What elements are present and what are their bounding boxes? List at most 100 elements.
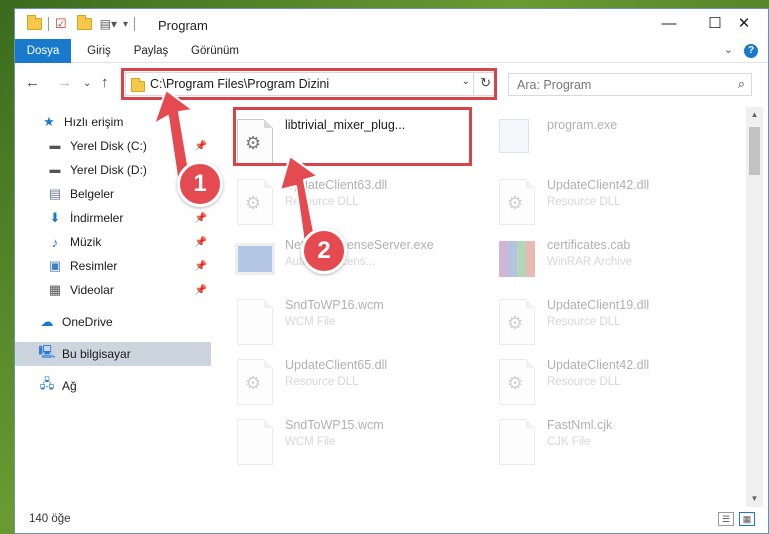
music-icon: ♪: [51, 234, 59, 250]
pin-icon: 📌: [194, 236, 207, 248]
file-name: UpdateClient42.dll: [547, 178, 650, 192]
search-icon[interactable]: ⌕: [738, 76, 745, 92]
back-icon[interactable]: ←: [25, 74, 40, 91]
file-item[interactable]: certificates.cab WinRAR Archive: [487, 233, 727, 291]
file-item[interactable]: ⚙ UpdateClient19.dll Resource DLL: [487, 293, 727, 351]
tab-share[interactable]: Paylaş: [127, 39, 175, 63]
new-folder-icon[interactable]: [76, 15, 92, 30]
dll-file-icon: ⚙: [237, 359, 273, 405]
document-icon: [499, 419, 535, 465]
search-placeholder: Ara: Program: [517, 78, 592, 92]
file-name: SndToWP16.wcm: [285, 298, 384, 312]
step-2-badge: 2: [301, 228, 347, 274]
up-icon[interactable]: ↑: [101, 74, 109, 91]
drive-icon: ▬: [49, 140, 61, 152]
file-name: SndToWP15.wcm: [285, 418, 384, 432]
download-icon: ⬇: [49, 210, 61, 225]
status-bar: 140 öğe ☰ ▦: [15, 507, 768, 533]
file-type: WCM File: [285, 316, 336, 328]
file-item[interactable]: ⚙ UpdateClient63.dll Resource DLL: [225, 173, 465, 231]
file-item[interactable]: ⚙ UpdateClient42.dll Resource DLL: [487, 173, 727, 231]
properties-icon[interactable]: ☑: [55, 16, 67, 32]
file-item[interactable]: ⚙ UpdateClient42.dll Resource DLL: [487, 353, 727, 411]
file-name: certificates.cab: [547, 238, 631, 252]
ribbon: Dosya Giriş Paylaş Görünüm ⌄ ?: [15, 39, 768, 63]
file-type: Resource DLL: [547, 316, 621, 328]
pin-icon: 📌: [194, 260, 207, 272]
sidebar-item-label: Ağ: [62, 379, 77, 393]
ribbon-controls: ⌄ ?: [724, 43, 758, 58]
expand-ribbon-icon[interactable]: ⌄: [724, 44, 733, 56]
minimize-button[interactable]: —: [646, 9, 692, 39]
videos-icon: ▦: [48, 282, 62, 297]
recent-dropdown-icon[interactable]: ⌄: [83, 78, 91, 89]
sidebar-item-label: Resimler: [70, 259, 118, 273]
computer-icon: 🖳: [38, 344, 56, 359]
file-type: CJK File: [547, 436, 591, 448]
vertical-scrollbar[interactable]: ▲ ▼: [746, 107, 763, 507]
pin-icon: 📌: [194, 284, 207, 296]
sidebar-item-label: Belgeler: [70, 187, 115, 201]
file-name: UpdateClient19.dll: [547, 298, 650, 312]
sidebar-item-music[interactable]: ♪ Müzik 📌: [15, 230, 211, 254]
sidebar-item-label: İndirmeler: [70, 211, 124, 225]
tab-view[interactable]: Görünüm: [185, 39, 245, 63]
sidebar-item-quick-access[interactable]: ★ Hızlı erişim: [15, 110, 211, 134]
network-icon: 🖧: [39, 376, 55, 391]
documents-icon: ▤: [48, 186, 62, 201]
large-icons-view-icon[interactable]: ▦: [739, 512, 755, 526]
sidebar-item-label: OneDrive: [62, 315, 113, 329]
file-type: WCM File: [285, 436, 336, 448]
sidebar-item-downloads[interactable]: ⬇ İndirmeler 📌: [15, 206, 211, 230]
title-bar: ☑ ▤▾ ▾ Program — ☐ ✕: [15, 9, 768, 39]
search-input[interactable]: Ara: Program ⌕: [508, 73, 752, 96]
file-name: UpdateClient42.dll: [547, 358, 650, 372]
file-type: Resource DLL: [285, 376, 359, 388]
details-view-icon[interactable]: ☰: [718, 512, 734, 526]
archive-icon: [499, 241, 535, 277]
file-highlight-box: [233, 107, 472, 166]
quick-access-toolbar: ☑ ▤▾ ▾: [27, 15, 141, 32]
forward-icon[interactable]: →: [57, 74, 72, 91]
drive-icon: ▬: [49, 164, 61, 176]
document-icon: [237, 419, 273, 465]
file-item[interactable]: SndToWP15.wcm WCM File: [225, 413, 465, 471]
file-item[interactable]: SndToWP16.wcm WCM File: [225, 293, 465, 351]
scroll-down-icon[interactable]: ▼: [746, 491, 763, 507]
sidebar-item-disk-c[interactable]: ▬ Yerel Disk (C:) 📌: [15, 134, 211, 158]
exe-icon: [235, 243, 275, 275]
dropdown-icon[interactable]: ▾: [123, 19, 128, 30]
sidebar-item-label: Müzik: [70, 235, 102, 249]
customize-icon[interactable]: ▤▾: [100, 17, 117, 31]
sidebar-item-network[interactable]: 🖧 Ağ: [15, 374, 211, 398]
close-button[interactable]: ✕: [718, 9, 768, 39]
sidebar-item-videos[interactable]: ▦ Videolar 📌: [15, 278, 211, 302]
file-type: Resource DLL: [547, 196, 621, 208]
item-count: 140 öğe: [29, 513, 71, 525]
folder-icon: [27, 15, 42, 30]
dll-file-icon: ⚙: [499, 299, 535, 345]
address-highlight-box: [121, 68, 497, 100]
star-icon: ★: [43, 114, 55, 129]
help-icon[interactable]: ?: [744, 44, 758, 58]
step-1-badge: 1: [177, 161, 223, 207]
file-type: Resource DLL: [285, 196, 359, 208]
pin-icon: 📌: [194, 140, 207, 152]
file-item[interactable]: ⚙ UpdateClient65.dll Resource DLL: [225, 353, 465, 411]
dll-file-icon: ⚙: [499, 359, 535, 405]
file-name: UpdateClient63.dll: [285, 178, 388, 192]
sidebar-item-label: Hızlı erişim: [64, 115, 124, 129]
sidebar-item-this-pc[interactable]: 🖳 Bu bilgisayar: [15, 342, 211, 366]
dll-file-icon: ⚙: [499, 179, 535, 225]
window-title: Program: [158, 18, 208, 33]
scroll-up-icon[interactable]: ▲: [746, 107, 763, 123]
tab-home[interactable]: Giriş: [79, 39, 119, 63]
pictures-icon: ▣: [48, 258, 62, 273]
navigation-pane: ★ Hızlı erişim ▬ Yerel Disk (C:) 📌 ▬ Yer…: [15, 107, 211, 507]
file-item[interactable]: FastNml.cjk CJK File: [487, 413, 727, 471]
scroll-thumb[interactable]: [749, 127, 760, 175]
tab-file[interactable]: Dosya: [15, 39, 71, 63]
sidebar-item-pictures[interactable]: ▣ Resimler 📌: [15, 254, 211, 278]
file-item-program-exe[interactable]: program.exe: [487, 113, 727, 171]
sidebar-item-onedrive[interactable]: ☁ OneDrive: [15, 310, 211, 334]
